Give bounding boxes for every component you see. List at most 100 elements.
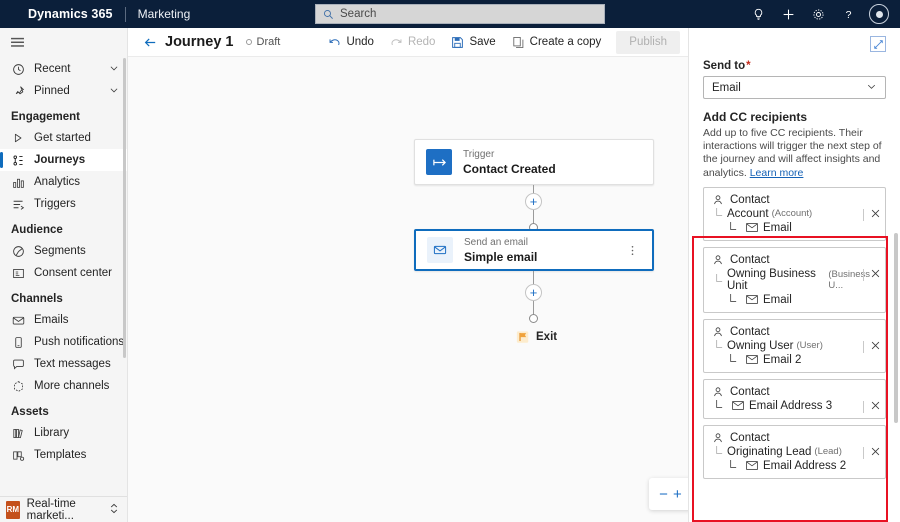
card-relation-label: Account	[727, 207, 769, 220]
close-icon	[871, 269, 880, 278]
send-to-dropdown[interactable]: Email	[703, 76, 886, 99]
tree-elbow-icon	[728, 460, 741, 471]
lightbulb-icon[interactable]	[744, 0, 772, 28]
journey-node-exit[interactable]: Exit	[516, 330, 557, 344]
sidebar-item-emails[interactable]: Emails	[0, 309, 127, 331]
cc-recipient-card[interactable]: Contact Account (Account) Email	[703, 186, 886, 241]
sidebar-item-triggers[interactable]: Triggers	[0, 193, 127, 215]
person-icon	[714, 387, 722, 396]
sidebar-item-segments[interactable]: Segments	[0, 240, 127, 262]
cc-recipient-card[interactable]: Contact Email Address 3	[703, 378, 886, 419]
cc-recipient-card[interactable]: Contact Owning User (User) Email 2	[703, 318, 886, 373]
person-icon	[714, 195, 722, 204]
zoom-out-button[interactable]: −	[659, 484, 668, 504]
card-relation-label: Originating Lead	[727, 445, 812, 458]
card-root-row: Contact	[712, 194, 880, 206]
divider	[863, 400, 864, 413]
play-icon	[11, 132, 25, 144]
chevron-updown-icon[interactable]	[109, 503, 119, 517]
clock-icon	[11, 63, 25, 76]
remove-recipient-button[interactable]	[870, 446, 881, 460]
close-icon	[871, 209, 880, 218]
page-title: Journey 1	[165, 34, 234, 50]
more-channels-icon	[11, 380, 25, 393]
search-input[interactable]: Search	[315, 4, 605, 24]
send-to-label: Send to*	[703, 60, 886, 72]
brand-title[interactable]: Dynamics 365	[28, 7, 113, 21]
status-label: Draft	[256, 36, 281, 48]
card-entity-label: (Lead)	[814, 446, 842, 458]
triggers-icon	[11, 198, 25, 211]
sidebar-scrollbar-thumb[interactable]	[123, 58, 126, 358]
sidebar-item-label: Triggers	[34, 198, 76, 210]
card-field-row: Email 2	[712, 354, 880, 366]
remove-recipient-button[interactable]	[870, 208, 881, 222]
panel-expand-row	[703, 28, 886, 52]
learn-more-link[interactable]: Learn more	[750, 167, 804, 179]
undo-label: Undo	[346, 36, 374, 48]
sidebar-item-text-messages[interactable]: Text messages	[0, 353, 127, 375]
segments-icon	[11, 245, 25, 258]
sidebar-item-more-channels[interactable]: More channels	[0, 375, 127, 397]
avatar[interactable]	[864, 0, 894, 28]
library-icon	[11, 427, 25, 440]
create-a-copy-button[interactable]: Create a copy	[505, 31, 609, 54]
undo-button[interactable]: Undo	[321, 31, 381, 54]
journey-node-email[interactable]: Send an email Simple email	[414, 229, 654, 271]
connector-line	[533, 301, 534, 315]
chevron-down-icon[interactable]	[109, 63, 119, 76]
cc-recipient-card[interactable]: Contact Owning Business Unit (Business U…	[703, 246, 886, 313]
sidebar-scrollbar[interactable]	[123, 58, 126, 488]
chevron-down-icon[interactable]	[109, 85, 119, 98]
card-relation-row: Account (Account)	[712, 208, 880, 220]
hamburger-menu-button[interactable]	[0, 28, 127, 56]
redo-icon	[390, 36, 403, 49]
card-root-row: Contact	[712, 432, 880, 444]
sidebar-item-analytics[interactable]: Analytics	[0, 171, 127, 193]
sidebar-item-journeys[interactable]: Journeys	[0, 149, 127, 171]
tree-elbow-icon	[728, 354, 741, 365]
journey-canvas[interactable]: Trigger Contact Created + Send an email …	[128, 57, 688, 522]
zoom-in-button[interactable]: +	[673, 484, 682, 504]
sidebar-item-pinned[interactable]: Pinned	[0, 80, 127, 102]
card-root-label: Contact	[730, 253, 770, 266]
sidebar-item-consent-center[interactable]: Consent center	[0, 262, 127, 284]
app-name-label: Marketing	[137, 7, 191, 21]
sidebar-item-library[interactable]: Library	[0, 422, 127, 444]
node-title: Contact Created	[463, 161, 556, 176]
back-button[interactable]	[138, 30, 162, 54]
node-more-options-button[interactable]	[626, 244, 641, 257]
panel-scrollbar-thumb[interactable]	[894, 233, 898, 423]
node-text: Send an email Simple email	[464, 237, 537, 264]
app-switcher-label: Real-time marketi...	[26, 497, 76, 522]
cc-recipient-card[interactable]: Contact Originating Lead (Lead) Email Ad…	[703, 424, 886, 479]
tree-elbow-icon	[728, 294, 741, 305]
sidebar-item-recent[interactable]: Recent	[0, 58, 127, 80]
card-remove-group	[863, 268, 881, 282]
sidebar-item-label: Journeys	[34, 154, 86, 166]
remove-recipient-button[interactable]	[870, 340, 881, 354]
sidebar-item-push-notifications[interactable]: Push notifications	[0, 331, 127, 353]
cc-recipients-heading: Add CC recipients	[703, 110, 808, 124]
sidebar-item-label: Analytics	[34, 176, 81, 188]
sidebar-item-get-started[interactable]: Get started	[0, 127, 127, 149]
gear-icon[interactable]	[804, 0, 832, 28]
expand-icon[interactable]	[870, 36, 886, 52]
journey-node-trigger[interactable]: Trigger Contact Created	[414, 139, 654, 185]
help-icon[interactable]: ?	[834, 0, 862, 28]
templates-icon	[11, 449, 25, 462]
add-step-button-1[interactable]: +	[525, 193, 542, 210]
person-icon	[714, 327, 722, 336]
sidebar-item-label: Emails	[34, 314, 69, 326]
sidebar-item-templates[interactable]: Templates	[0, 444, 127, 466]
app-switcher[interactable]: RM Real-time marketi...	[0, 496, 127, 522]
remove-recipient-button[interactable]	[870, 268, 881, 282]
card-root-row: Contact	[712, 326, 880, 338]
add-step-button-2[interactable]: +	[525, 284, 542, 301]
card-field-label: Email Address 3	[749, 399, 833, 412]
plus-icon[interactable]	[774, 0, 802, 28]
sidebar-item-label: Templates	[34, 449, 87, 461]
app-header: Dynamics 365 Marketing Search ?	[0, 0, 900, 28]
remove-recipient-button[interactable]	[870, 400, 881, 414]
save-button[interactable]: Save	[444, 31, 502, 54]
